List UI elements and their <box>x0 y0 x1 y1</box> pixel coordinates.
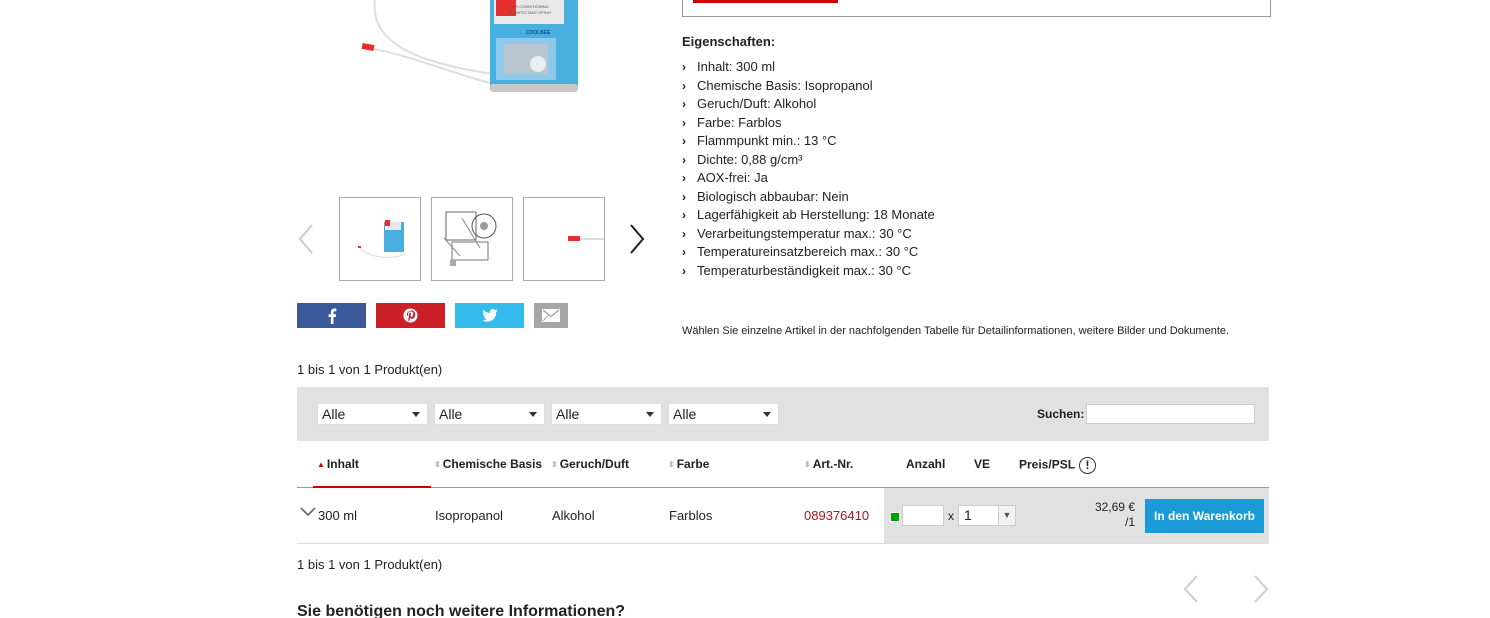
property-item: › Temperatureinsatzbereich max.: 30 °C <box>682 243 935 262</box>
property-item: › Farbe: Farblos <box>682 114 935 133</box>
filter-bar: Alle Alle Alle Alle Suchen: <box>297 387 1269 441</box>
property-item: › Inhalt: 300 ml <box>682 58 935 77</box>
price: 32,69 €/1 <box>1094 500 1135 529</box>
cell-geruch: Alkohol <box>552 508 595 523</box>
property-item: › Verarbeitungstemperatur max.: 30 °C <box>682 225 935 244</box>
more-info-heading: Sie benötigen noch weitere Informationen… <box>297 603 626 618</box>
property-item: › Lagerfähigkeit ab Herstellung: 18 Monat… <box>682 206 935 225</box>
chevron-right-icon: › <box>682 134 686 148</box>
twitter-icon <box>481 309 498 322</box>
thumbnail-next-button[interactable] <box>627 221 647 257</box>
top-info-box <box>682 0 1271 17</box>
result-count-bottom: 1 bis 1 von 1 Produkt(en) <box>297 557 443 572</box>
chevron-right-icon: › <box>682 226 686 241</box>
chevron-right-icon: › <box>682 189 686 204</box>
sort-asc-icon: ▲ <box>317 459 325 469</box>
red-accent-bar[interactable] <box>693 0 838 3</box>
caret-down-icon <box>763 412 771 417</box>
property-item: › AOX-frei: Ja <box>682 169 935 188</box>
properties-title: Eigenschaften: <box>682 34 776 49</box>
thumbnail-3[interactable] <box>523 197 605 281</box>
column-header-ve: VE <box>974 457 991 471</box>
chevron-right-icon: › <box>682 60 686 74</box>
facebook-icon <box>328 308 336 324</box>
chevron-right-icon <box>630 224 645 254</box>
thumbnail-prev-button[interactable] <box>296 221 316 257</box>
filter-geruch-select[interactable]: Alle <box>551 403 662 425</box>
share-twitter-button[interactable] <box>455 303 524 328</box>
result-count-top: 1 bis 1 von 1 Produkt(en) <box>297 362 443 377</box>
property-item: › Dichte: 0,88 g/cm³ <box>682 151 935 170</box>
filter-chem-select[interactable]: Alle <box>434 403 545 425</box>
properties-list: › Inhalt: 300 ml › Chemische Basis: Isopro… <box>682 58 935 280</box>
chevron-down-icon: ▼ <box>998 506 1015 525</box>
chevron-right-icon: › <box>682 245 686 259</box>
info-note: Wählen Sie einzelne Artikel in der nachf… <box>682 325 1230 337</box>
chevron-left-icon <box>1183 575 1198 603</box>
thumbnail-1[interactable] <box>339 197 421 281</box>
cell-farbe: Farblos <box>669 508 713 523</box>
chevron-right-icon: › <box>682 115 686 130</box>
filter-inhalt-select[interactable]: Alle <box>317 403 428 425</box>
svg-text:AIR CONDITIONING: AIR CONDITIONING <box>511 4 548 9</box>
sort-icon: ⬍ <box>668 459 675 469</box>
caret-down-icon <box>646 412 654 417</box>
ve-select[interactable]: 1 ▼ <box>958 505 1016 526</box>
property-item: › Flammpunkt min.: 13 °C <box>682 132 935 151</box>
add-to-cart-button[interactable]: In den Warenkorb <box>1145 499 1264 533</box>
svg-text:DISINFECTANT SPRAY: DISINFECTANT SPRAY <box>508 10 551 15</box>
sort-icon: ⬍ <box>804 459 811 469</box>
product-main-image[interactable]: AIR CONDITIONING DISINFECTANT SPRAY COOL… <box>300 0 630 150</box>
svg-text:COOLBEE: COOLBEE <box>526 30 551 36</box>
property-item: › Biologisch abbaubar: Nein <box>682 188 935 207</box>
carousel-prev-button[interactable] <box>1181 572 1201 606</box>
column-header-farbe[interactable]: ⬍ Farbe <box>668 457 709 471</box>
chevron-right-icon: › <box>682 78 686 93</box>
quantity-input[interactable] <box>902 505 944 526</box>
table-row[interactable]: 300 ml Isopropanol Alkohol Farblos 08937… <box>297 488 1269 544</box>
property-item: › Temperaturbeständigkeit max.: 30 °C <box>682 262 935 281</box>
search-label: Suchen: <box>1037 407 1085 421</box>
share-facebook-button[interactable] <box>297 303 366 328</box>
chevron-right-icon: › <box>682 152 686 167</box>
share-pinterest-button[interactable] <box>376 303 445 328</box>
column-header-preis: Preis/PSL! <box>1019 457 1097 474</box>
caret-down-icon <box>529 412 537 417</box>
cell-inhalt: 300 ml <box>318 508 358 523</box>
table-header: ▲ Inhalt ⬍ Chemische Basis ⬍ Geruch/Duft ⬍ F… <box>297 441 1269 488</box>
pinterest-icon <box>403 308 418 323</box>
sort-icon: ⬍ <box>551 459 558 469</box>
property-item: › Chemische Basis: Isopropanol <box>682 77 935 96</box>
info-icon[interactable]: ! <box>1079 457 1097 474</box>
chevron-right-icon: › <box>682 208 686 222</box>
chevron-down-icon[interactable] <box>299 504 317 522</box>
carousel-next-button[interactable] <box>1251 572 1271 606</box>
search-input[interactable] <box>1086 404 1255 424</box>
column-header-geruch[interactable]: ⬍ Geruch/Duft <box>551 457 629 471</box>
chevron-right-icon: › <box>682 263 686 278</box>
share-mail-button[interactable] <box>534 303 568 328</box>
mail-icon <box>542 309 560 322</box>
chevron-left-icon <box>298 224 313 254</box>
sort-icon: ⬍ <box>434 459 441 469</box>
column-header-art[interactable]: ⬍ Art.-Nr. <box>804 457 853 471</box>
property-item: › Geruch/Duft: Alkohol <box>682 95 935 114</box>
filter-farbe-select[interactable]: Alle <box>668 403 779 425</box>
caret-down-icon <box>412 412 420 417</box>
chevron-right-icon: › <box>682 97 686 111</box>
column-header-chem[interactable]: ⬍ Chemische Basis <box>434 457 542 471</box>
column-header-inhalt[interactable]: ▲ Inhalt <box>317 457 359 471</box>
thumbnail-2[interactable] <box>431 197 513 281</box>
article-number-link[interactable]: 089376410 <box>804 508 869 523</box>
column-header-anzahl: Anzahl <box>906 457 946 471</box>
cell-chem: Isopropanol <box>435 508 503 523</box>
chevron-right-icon <box>1254 575 1269 603</box>
stock-status-indicator <box>890 512 900 522</box>
quantity-multiplier: x <box>948 509 954 523</box>
chevron-right-icon: › <box>682 171 686 185</box>
